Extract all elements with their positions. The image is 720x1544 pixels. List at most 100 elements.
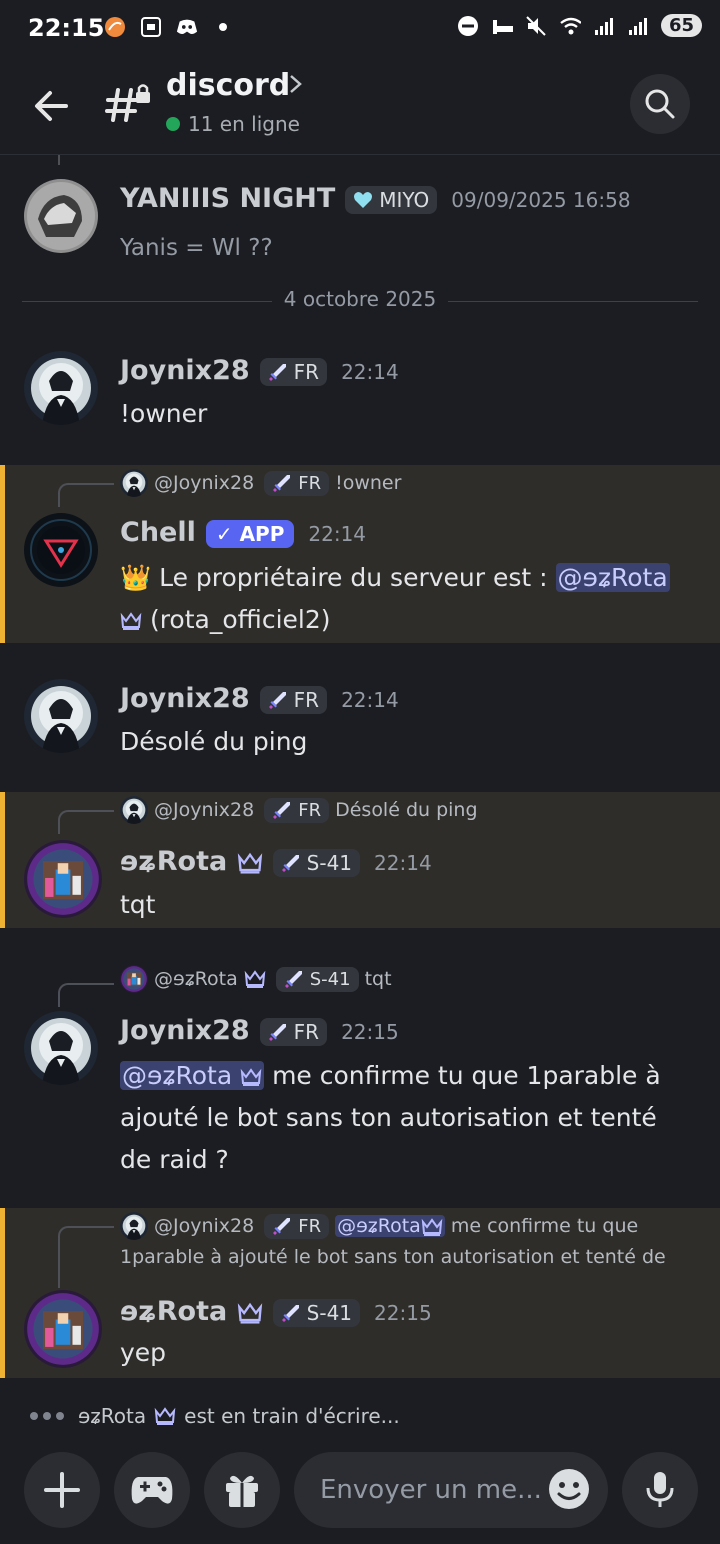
- activities-button[interactable]: [114, 1452, 190, 1528]
- crown-icon: [237, 1302, 263, 1324]
- dot-icon: [212, 16, 234, 38]
- avatar[interactable]: [24, 351, 98, 425]
- server-tag: FR: [264, 470, 330, 496]
- server-tag[interactable]: FR: [259, 1017, 328, 1046]
- screenshot-icon: [140, 16, 162, 38]
- message-item[interactable]: YANIIIS NIGHT MIYO 09/09/2025 16:58 Yanis …: [0, 171, 720, 271]
- sword-icon: [272, 800, 292, 820]
- message-username[interactable]: Joynix28: [120, 683, 250, 714]
- message-item-mention[interactable]: @Joynix28 FR Désolé du ping ɘʑRota S-41 2…: [0, 792, 720, 928]
- message-text: yep: [120, 1338, 167, 1367]
- avatar[interactable]: [24, 179, 98, 253]
- typing-indicator: ɘʑRota est en train d'écrire...: [30, 1404, 400, 1428]
- wifi-icon: [559, 15, 581, 37]
- voice-message-button[interactable]: [622, 1452, 698, 1528]
- avatar[interactable]: [24, 679, 98, 753]
- server-tag[interactable]: S-41: [272, 848, 361, 877]
- reply-avatar: [120, 796, 148, 824]
- chevron-right-icon[interactable]: [286, 72, 306, 96]
- message-username[interactable]: Chell: [120, 517, 196, 548]
- crown-icon: [154, 1407, 176, 1425]
- message-username[interactable]: Joynix28: [120, 1015, 250, 1046]
- sword-icon: [272, 1216, 292, 1236]
- server-tag: FR: [264, 797, 330, 823]
- add-attachment-button[interactable]: [24, 1452, 100, 1528]
- message-timestamp: 22:14: [308, 521, 367, 546]
- gift-icon: [226, 1475, 258, 1507]
- search-icon: [645, 89, 675, 119]
- reply-reference[interactable]: @ɘʑRota S-41 tqt: [120, 965, 392, 993]
- crown-icon: [244, 970, 266, 988]
- status-bar: 22:15 65: [0, 0, 720, 62]
- channel-name[interactable]: discord: [166, 68, 290, 103]
- message-list[interactable]: YANIIIS NIGHT MIYO 09/09/2025 16:58 Yanis …: [0, 155, 720, 1435]
- sword-icon: [268, 1022, 288, 1042]
- server-tag[interactable]: MIYO: [345, 185, 438, 214]
- message-item[interactable]: Joynix28 FR 22:14 !owner: [0, 345, 720, 449]
- emoji-icon: [549, 1469, 589, 1509]
- message-text: @ɘʑRota me confirme tu que 1parable à aj…: [120, 1061, 661, 1174]
- avatar[interactable]: [24, 840, 102, 918]
- sword-icon: [284, 969, 304, 989]
- sword-icon: [268, 362, 288, 382]
- reply-reference[interactable]: @Joynix28 FR @ɘʑRota me confirme tu que: [120, 1212, 638, 1240]
- avatar[interactable]: [24, 1290, 102, 1368]
- message-username[interactable]: Joynix28: [120, 355, 250, 386]
- online-count: 11 en ligne: [166, 112, 300, 136]
- message-item-mention[interactable]: @Joynix28 FR @ɘʑRota me confirme tu que …: [0, 1208, 720, 1378]
- search-button[interactable]: [630, 74, 690, 134]
- message-timestamp: 22:14: [374, 850, 432, 875]
- message-timestamp: 09/09/2025 16:58: [451, 187, 631, 212]
- reply-avatar: [120, 469, 148, 497]
- date-divider: 4 octobre 2025: [22, 287, 698, 317]
- plus-icon: [44, 1472, 80, 1508]
- message-timestamp: 22:14: [341, 687, 399, 712]
- notification-app-icon: [104, 16, 126, 38]
- online-dot-icon: [166, 117, 180, 131]
- server-tag[interactable]: FR: [259, 685, 328, 714]
- sword-icon: [281, 853, 301, 873]
- message-item[interactable]: Joynix28 FR 22:14 Désolé du ping: [0, 673, 720, 777]
- message-input-box[interactable]: [294, 1452, 608, 1528]
- reply-reference[interactable]: @Joynix28 FR Désolé du ping: [120, 796, 478, 824]
- server-tag[interactable]: FR: [259, 357, 328, 386]
- user-mention[interactable]: @ɘʑRota: [555, 563, 670, 592]
- microphone-icon: [646, 1472, 674, 1507]
- signal-icon: [593, 15, 615, 37]
- message-timestamp: 22:15: [374, 1300, 432, 1325]
- app-badge: ✓ APP: [205, 519, 295, 548]
- message-timestamp: 22:14: [341, 359, 399, 384]
- message-text: !owner: [120, 399, 208, 428]
- dnd-icon: [457, 15, 479, 37]
- message-input[interactable]: [318, 1474, 542, 1506]
- emoji-button[interactable]: [548, 1468, 590, 1510]
- sword-icon: [268, 690, 288, 710]
- message-timestamp: 22:15: [341, 1019, 399, 1044]
- message-username[interactable]: ɘʑRota: [120, 1296, 227, 1327]
- crown-icon: [237, 852, 263, 874]
- server-tag[interactable]: S-41: [272, 1298, 361, 1327]
- gift-button[interactable]: [204, 1452, 280, 1528]
- message-item-mention[interactable]: @Joynix28 FR !owner Chell ✓ APP 22:14 👑 Le…: [0, 465, 720, 643]
- heart-icon: [354, 191, 373, 208]
- crown-icon: [421, 1218, 443, 1236]
- server-tag: S-41: [275, 966, 359, 992]
- crown-icon: [240, 1068, 262, 1086]
- message-username[interactable]: YANIIIS NIGHT: [120, 183, 335, 214]
- crown-icon: [120, 612, 142, 630]
- back-button[interactable]: [30, 84, 74, 128]
- avatar[interactable]: [24, 1011, 98, 1085]
- reply-avatar: [120, 1212, 148, 1240]
- locked-channel-icon: [104, 80, 152, 128]
- sleep-icon: [491, 15, 513, 37]
- message-item[interactable]: @ɘʑRota S-41 tqt Joynix28 FR 22:15 @ɘʑRota…: [0, 961, 720, 1185]
- server-tag: FR: [264, 1213, 330, 1239]
- sword-icon: [281, 1303, 301, 1323]
- typing-dots-icon: [30, 1412, 64, 1420]
- reply-reference[interactable]: @Joynix28 FR !owner: [120, 469, 401, 497]
- gamepad-icon: [131, 1477, 173, 1504]
- message-username[interactable]: ɘʑRota: [120, 846, 227, 877]
- user-mention[interactable]: @ɘʑRota: [120, 1061, 265, 1090]
- avatar[interactable]: [24, 513, 98, 587]
- message-text: Yanis = Wl ??: [120, 235, 273, 261]
